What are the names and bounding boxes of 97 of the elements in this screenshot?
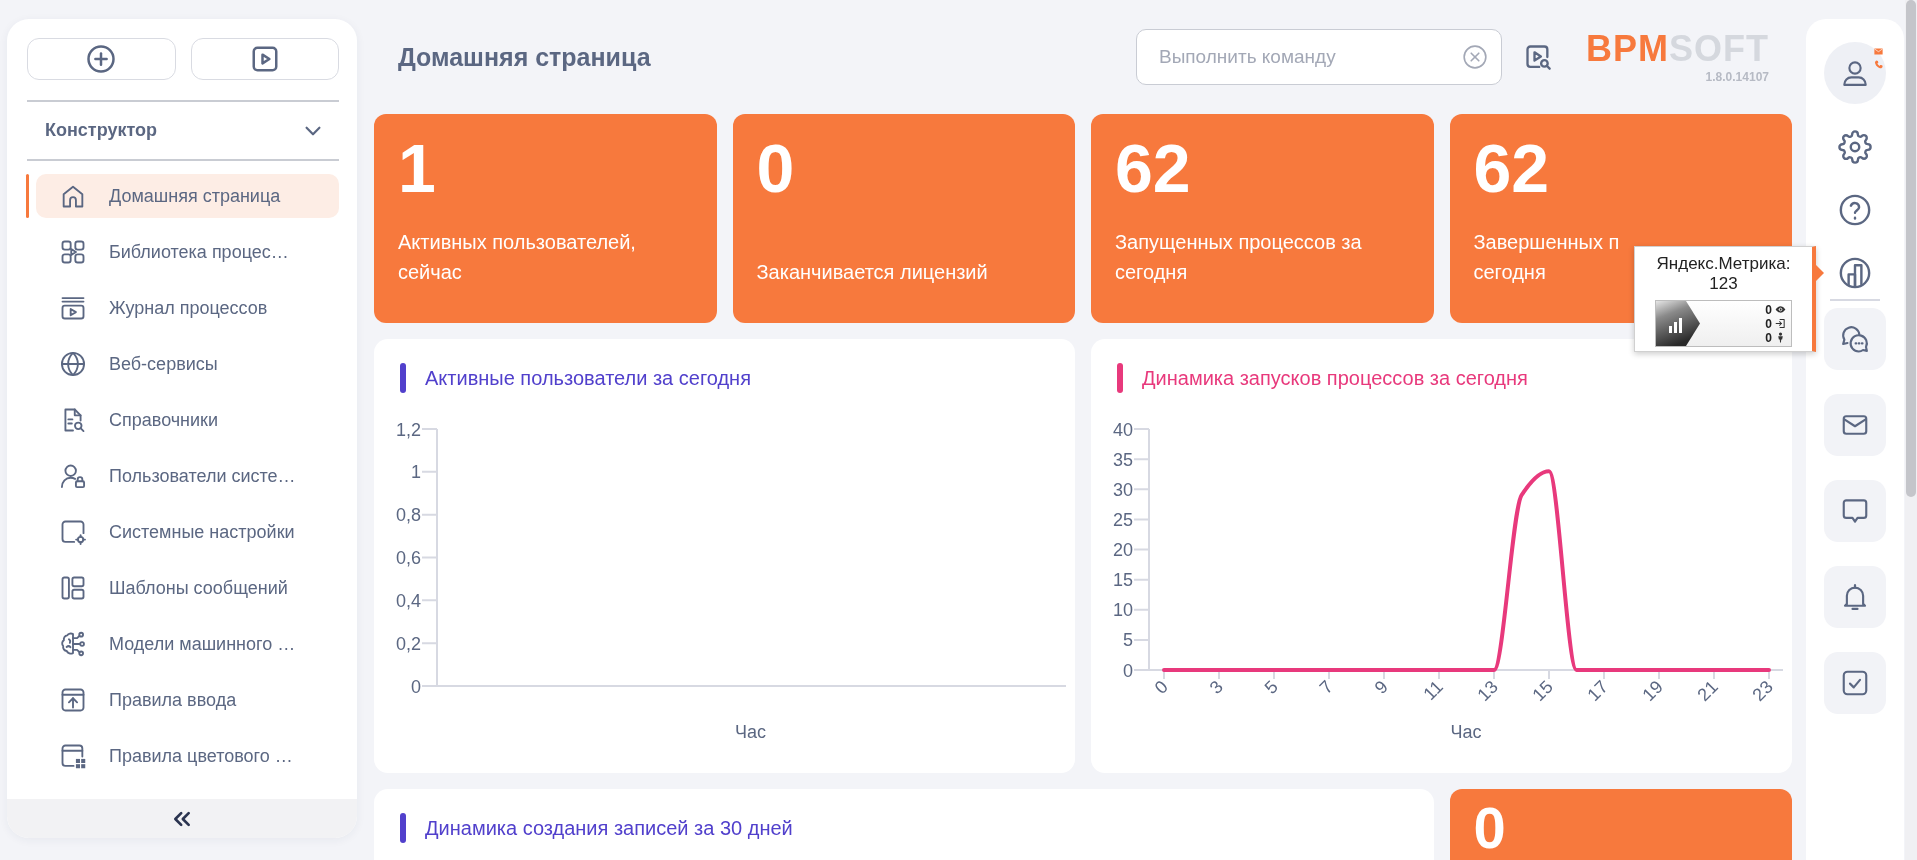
chats-button[interactable] (1824, 308, 1886, 370)
nav-item[interactable]: Пользователи систе… (36, 454, 339, 498)
checkbox-icon (1840, 668, 1870, 698)
axis-tick-label: 35 (1112, 449, 1133, 470)
stat-label: Запущенных процессов за сегодня (1115, 230, 1363, 285)
brain-nodes-icon (59, 630, 87, 658)
window-gear-icon (59, 518, 87, 546)
mail-button[interactable] (1824, 394, 1886, 456)
nav-item[interactable]: Правила цветового … (36, 734, 339, 778)
run-button[interactable] (190, 38, 339, 80)
eye-icon (1775, 304, 1786, 315)
axis-tick-label: 0 (411, 676, 421, 697)
axis-tick-label: 0 (1150, 676, 1172, 698)
chart-title: Динамика запусков процессов за сегодня (1142, 366, 1528, 390)
axis-tick-label: 11 (1419, 676, 1447, 705)
command-field[interactable]: Выполнить команду (1136, 29, 1502, 85)
axis-tick-label: 9 (1370, 676, 1392, 698)
nav-item[interactable]: Веб-сервисы (36, 342, 339, 386)
axis-tick-label: 3 (1205, 676, 1227, 698)
counter-logo-icon (1656, 301, 1700, 346)
axis-title: Час (1450, 722, 1482, 742)
add-button[interactable] (27, 38, 176, 80)
tooltip-title: Яндекс.Метрика: (1656, 254, 1791, 274)
axis-tick-label: 0 (1123, 660, 1133, 681)
axis-tick-label: 0,2 (395, 633, 421, 654)
play-icon (249, 44, 280, 74)
stat-label: Активных пользователей, сейчас (398, 230, 637, 285)
globe-icon (59, 350, 87, 378)
chat-bubbles-icon (1840, 324, 1870, 354)
counter-value: 0 (1765, 330, 1772, 345)
nav-item[interactable]: Модели машинного … (36, 622, 339, 666)
person-icon (1775, 332, 1786, 343)
layout-icon (59, 574, 87, 602)
axis-tick-label: 0,6 (395, 548, 421, 568)
envelope-icon (1874, 47, 1883, 56)
nav-item[interactable]: Домашняя страница (36, 174, 339, 218)
scrollbar-thumb[interactable] (1906, 0, 1916, 497)
phone-icon (1874, 60, 1883, 69)
analytics-icon[interactable] (1838, 256, 1872, 290)
nav-item[interactable]: Журнал процессов (36, 286, 339, 330)
axis-tick-label: 0,8 (395, 505, 421, 526)
notifications-button[interactable] (1824, 566, 1886, 628)
tooltip-value: 123 (1709, 274, 1738, 294)
nav-item[interactable]: Справочники (36, 398, 339, 442)
axis-tick-label: 23 (1748, 676, 1777, 705)
help-icon[interactable] (1838, 193, 1872, 227)
version-label: 1.8.0.14107 (1705, 69, 1769, 84)
nav-item[interactable]: Системные настройки (36, 510, 339, 554)
blocks-play-icon (59, 238, 87, 266)
plus-circle-icon (86, 44, 117, 74)
axis-tick-label: 5 (1123, 630, 1133, 651)
stat-label: Заканчивается лицензий (756, 260, 988, 285)
axis-tick-label: 25 (1112, 509, 1133, 530)
tooltip-arrow-icon (1816, 265, 1824, 281)
stat-value: 62 (1473, 134, 1550, 202)
axis-tick-label: 30 (1112, 479, 1133, 500)
nav-item[interactable]: Шаблоны сообщений (36, 566, 339, 610)
stat-value: 62 (1115, 134, 1191, 202)
axis-tick-label: 1,2 (395, 419, 421, 440)
user-icon (1840, 58, 1870, 88)
scrollbar[interactable] (1905, 0, 1917, 860)
login-icon (1775, 318, 1786, 329)
axis-tick-label: 5 (1260, 676, 1282, 698)
play-search-icon[interactable] (1524, 43, 1552, 71)
tasks-button[interactable] (1824, 652, 1886, 714)
user-lock-icon (59, 462, 87, 490)
axis-tick-label: 21 (1693, 676, 1722, 705)
nav-item[interactable]: Правила ввода (36, 678, 339, 722)
counter-value: 0 (1765, 316, 1772, 331)
counter-value: 0 (1765, 302, 1772, 317)
axis-tick-label: 40 (1112, 419, 1133, 440)
chart-title: Динамика создания записей за 30 дней (425, 816, 793, 840)
section-toggle[interactable]: Конструктор (27, 102, 339, 159)
nav-item[interactable]: Библиотека процес… (36, 230, 339, 274)
axis-tick-label: 10 (1112, 600, 1133, 621)
axis-tick-label: 1 (411, 462, 421, 483)
axis-tick-label: 13 (1473, 676, 1502, 705)
axis-tick-label: 19 (1638, 676, 1667, 705)
axis-tick-label: 7 (1315, 676, 1337, 698)
axis-title: Час (734, 722, 766, 742)
axis-tick-label: 0,4 (395, 590, 421, 611)
window-upload-icon (59, 686, 87, 714)
stat-value: 0 (1473, 799, 1506, 857)
list-play-icon (59, 294, 87, 322)
stat-value: 1 (398, 134, 436, 202)
stat-label: Завершенных п сегодня (1473, 230, 1620, 285)
axis-tick-label: 15 (1112, 570, 1133, 591)
settings-icon[interactable] (1838, 130, 1872, 164)
axis-tick-label: 15 (1528, 676, 1557, 705)
speech-bubble-icon (1840, 496, 1870, 526)
axis-tick-label: 20 (1112, 540, 1133, 560)
axis-tick-label: 17 (1583, 676, 1612, 705)
stat-value: 0 (756, 134, 795, 202)
page-title: Домашняя страница (398, 42, 651, 72)
window-grid-icon (59, 742, 87, 770)
chart-title: Активные пользователи за сегодня (425, 366, 751, 390)
chat-button[interactable] (1824, 480, 1886, 542)
